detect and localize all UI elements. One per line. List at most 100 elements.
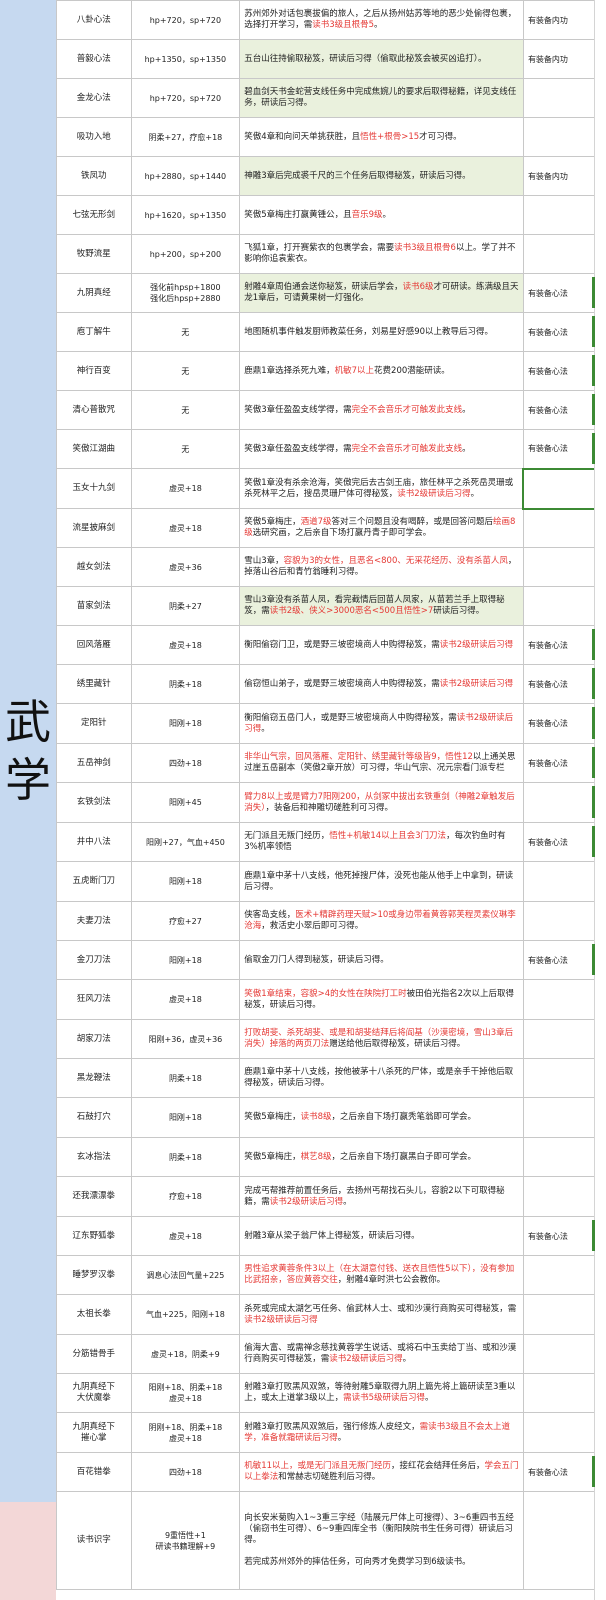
skill-effect-cell[interactable]: 虚灵+36 xyxy=(130,547,241,587)
table-row[interactable]: 金刀刀法 阳刚+18 偷取金刀门人得到秘笈，研读后习得。 有装备心法 xyxy=(56,940,606,980)
skill-effect-cell[interactable]: hp+1350，sp+1350 xyxy=(130,39,241,79)
acquire-method-cell[interactable]: 偷取金刀门人得到秘笈，研读后习得。 xyxy=(239,940,524,980)
table-row[interactable]: 读书识字 9重悟性+1 研读书籍理解+9 向长安米菊购入1~3重三字经（陆展元尸体上… xyxy=(56,1491,606,1590)
acquire-method-cell[interactable]: 射雕3章打败黑风双煞后，强行修炼人皮经文，需读书3级且不会太上道学，准备就霜研读… xyxy=(239,1412,524,1453)
acquire-method-cell[interactable]: 笑傲5章梅庄，酒道7级答对三个问题且没有喝醉，或是回答问题后绘画8级选研究画，之… xyxy=(239,508,524,548)
acquire-method-cell[interactable]: 侠客岛支线，医术+精辟药理天赋>10或身边带着黄蓉郭芙程灵素仪琳李沧海，救活史小… xyxy=(239,901,524,941)
acquire-method-cell[interactable]: 笑傲5章梅庄，读书8级，之后亲自下场打赢秃笔翁即可学会。 xyxy=(239,1097,524,1138)
skill-effect-cell[interactable]: 阳刚+36，虚灵+36 xyxy=(130,1019,241,1059)
skill-name-cell[interactable]: 金刀刀法 xyxy=(56,940,132,980)
table-row[interactable]: 井中八法 阳刚+27，气血+450 无门派且无叛门经历，悟性+机敏14以上且会3门刀… xyxy=(56,822,606,862)
equip-note-cell[interactable] xyxy=(522,1058,606,1098)
skill-effect-cell[interactable]: 阴柔+27，疗愈+18 xyxy=(130,117,241,157)
skill-name-cell[interactable]: 五岳神剑 xyxy=(56,743,132,783)
table-row[interactable]: 狂风刀法 虚灵+18 笑傲1章结束，容貌>4的女性在陕院打工时被田伯光指名2次以上后… xyxy=(56,979,606,1020)
skill-effect-cell[interactable]: 无 xyxy=(130,429,241,469)
table-row[interactable]: 神行百变无鹿鼎1章选择杀死九难，机敏7以上花费200潜能研读。 有装备心法 xyxy=(56,351,606,391)
table-row[interactable]: 普毅心法 hp+1350，sp+1350 五台山往持偷取秘笈，研读后习得（偷取此秘笈… xyxy=(56,39,606,79)
equip-note-cell[interactable] xyxy=(522,979,606,1020)
acquire-method-cell[interactable]: 笑傲1章结束，容貌>4的女性在陕院打工时被田伯光指名2次以上后取得秘笈，研读后习… xyxy=(239,979,524,1020)
acquire-method-cell[interactable]: 机敏11以上，或是无门派且无叛门经历，接红花会结拜任务后，学会五门以上拳法和常赫… xyxy=(239,1452,524,1492)
table-row[interactable]: 回风落雁 虚灵+18 衡阳偷窃门卫，或是野三坡密境商人中购得秘笈，需读书2级研读后习… xyxy=(56,625,606,665)
acquire-method-cell[interactable]: 鹿鼎1章中茅十八支线，按他被茅十八杀死的尸体，或是亲手干掉他后取得秘笈，研读后习… xyxy=(239,1058,524,1098)
skill-name-cell[interactable]: 石鼓打穴 xyxy=(56,1097,132,1138)
skill-name-cell[interactable]: 黑龙鞭法 xyxy=(56,1058,132,1098)
skill-name-cell[interactable]: 辽东野狐拳 xyxy=(56,1216,132,1256)
skill-name-cell[interactable]: 神行百变 xyxy=(56,351,132,391)
skill-effect-cell[interactable]: 阳刚+18 xyxy=(130,940,241,980)
acquire-method-cell[interactable]: 雪山3章，容貌为3的女性，且恶名<800、无采花经历、没有杀苗人凤，掉落山谷后和… xyxy=(239,547,524,587)
equip-note-cell[interactable] xyxy=(522,1334,606,1374)
table-row[interactable]: 流星披麻剑 虚灵+18 笑傲5章梅庄，酒道7级答对三个问题且没有喝醉，或是回答问题后… xyxy=(56,508,606,548)
acquire-method-cell[interactable]: 苏州郊外对话包裹拔偏的旅人，之后从扬州姑苏等地的恶少处偷得包裹，选择打开学习，需… xyxy=(239,0,524,40)
skill-effect-cell[interactable]: 阴柔+18 xyxy=(130,664,241,704)
table-row[interactable]: 辽东野狐拳 虚灵+18 射雕3章从梁子翁尸体上得秘笈，研读后习得。 有装备心法 xyxy=(56,1216,606,1256)
table-row[interactable]: 分筋错骨手 虚灵+18，阴柔+9 偷海大富、或需禅念慈找黄蓉学生说话、或将石中玉卖给… xyxy=(56,1334,606,1374)
skill-effect-cell[interactable]: hp+2880，sp+1440 xyxy=(130,156,241,196)
skill-name-cell[interactable]: 清心普散咒 xyxy=(56,390,132,430)
skill-name-cell[interactable]: 越女剑法 xyxy=(56,547,132,587)
table-row[interactable]: 睡梦罗汉拳 调息心法回气量+225 男性追求黄蓉条件3以上（在太湖意付钱、送衣且悟性… xyxy=(56,1255,606,1295)
skill-effect-cell[interactable]: 调息心法回气量+225 xyxy=(130,1255,241,1295)
skill-effect-cell[interactable]: hp+200，sp+200 xyxy=(130,234,241,274)
acquire-method-cell[interactable]: 碧血剑天书金蛇营支线任务中完成焦婉儿的要求后取得秘籍，详见支线任务，研读后习得。 xyxy=(239,78,524,118)
table-row[interactable]: 百花错拳 四劲+18 机敏11以上，或是无门派且无叛门经历，接红花会结拜任务后，学会… xyxy=(56,1452,606,1492)
table-row[interactable]: 黑龙鞭法 阴柔+18 鹿鼎1章中茅十八支线，按他被茅十八杀死的尸体，或是亲手干掉他后… xyxy=(56,1058,606,1098)
skill-effect-cell[interactable]: 疗愈+18 xyxy=(130,1176,241,1217)
acquire-method-cell[interactable]: 神雕3章后完成裘千尺的三个任务后取得秘笈，研读后习得。 xyxy=(239,156,524,196)
skill-effect-cell[interactable]: 虚灵+18，阴柔+9 xyxy=(130,1334,241,1374)
skill-name-cell[interactable]: 绣里藏针 xyxy=(56,664,132,704)
equip-note-cell[interactable] xyxy=(522,901,606,941)
skill-effect-cell[interactable]: 气血+225，阳刚+18 xyxy=(130,1294,241,1335)
table-row[interactable]: 胡家刀法 阳刚+36，虚灵+36 打败胡斐、杀死胡斐、或是和胡斐结拜后将阎基（沙漠密… xyxy=(56,1019,606,1059)
skill-name-cell[interactable]: 玄冰指法 xyxy=(56,1137,132,1177)
acquire-method-cell[interactable]: 衡阳偷窃门卫，或是野三坡密境商人中购得秘笈，需读书2级研读后习得 xyxy=(239,625,524,665)
equip-note-cell[interactable] xyxy=(522,1137,606,1177)
equip-note-cell[interactable]: 有装备内功 xyxy=(522,0,606,40)
skill-name-cell[interactable]: 金龙心法 xyxy=(56,78,132,118)
acquire-method-cell[interactable]: 笑傲1章没有杀余沧海，笑傲完后去古剑王庙，旅任林平之杀死岳灵珊或杀死林平之后，搜… xyxy=(239,468,524,509)
skill-name-cell[interactable]: 九阴真经下 大伏魔拳 xyxy=(56,1373,132,1413)
equip-note-cell[interactable] xyxy=(522,1491,606,1590)
skill-effect-cell[interactable]: 阳刚+18 xyxy=(130,1097,241,1138)
table-row[interactable]: 笑傲江湖曲无笑傲3章任盈盈支线学得，需完全不会音乐才可触发此支线。 有装备心法 xyxy=(56,429,606,469)
skill-name-cell[interactable]: 玄铁剑法 xyxy=(56,782,132,823)
acquire-method-cell[interactable]: 鹿鼎1章选择杀死九难，机敏7以上花费200潜能研读。 xyxy=(239,351,524,391)
table-row[interactable]: 庖丁解牛 无 地图随机事件触发厨师教菜任务，刘易星好感90以上教导后习得。 有装备心法 xyxy=(56,312,606,352)
category-cell-dushu[interactable]: 读书 xyxy=(0,1502,56,1600)
skill-effect-cell[interactable]: 9重悟性+1 研读书籍理解+9 xyxy=(130,1491,241,1590)
acquire-method-cell[interactable]: 笑傲4章和向问天单挑获胜，且悟性+根骨>15才可习得。 xyxy=(239,117,524,157)
skill-effect-cell[interactable]: 阳刚+27，气血+450 xyxy=(130,822,241,862)
skill-name-cell[interactable]: 普毅心法 xyxy=(56,39,132,79)
skill-effect-cell[interactable]: 虚灵+18 xyxy=(130,468,241,509)
acquire-method-cell[interactable]: 射雕4章周伯通会送你秘笈，研读后学会，读书6级才可研读。练满级且天龙1章后，可请… xyxy=(239,273,524,313)
table-row[interactable]: 八卦心法 hp+720，sp+720 苏州郊外对话包裹拔偏的旅人，之后从扬州姑苏等地… xyxy=(56,0,606,40)
skill-name-cell[interactable]: 玉女十九剑 xyxy=(56,468,132,509)
skill-effect-cell[interactable]: 四劲+18 xyxy=(130,1452,241,1492)
table-row[interactable]: 九阴真经下 大伏魔拳 阳刚+18、阴柔+18 虚灵+18 射雕3章打败黑风双煞，等待… xyxy=(56,1373,606,1413)
skill-name-cell[interactable]: 五虎断门刀 xyxy=(56,861,132,902)
skill-effect-cell[interactable]: 四劲+18 xyxy=(130,743,241,783)
table-row[interactable]: 夫妻刀法 疗愈+27 侠客岛支线，医术+精辟药理天赋>10或身边带着黄蓉郭芙程灵素仪… xyxy=(56,901,606,941)
skill-effect-cell[interactable]: 阴柔+18 xyxy=(130,1137,241,1177)
skill-name-cell[interactable]: 九阴真经 xyxy=(56,273,132,313)
acquire-method-cell[interactable]: 无门派且无叛门经历，悟性+机敏14以上且会3门刀法，每次钓鱼时有3%机率领悟 xyxy=(239,822,524,862)
skill-name-cell[interactable]: 夫妻刀法 xyxy=(56,901,132,941)
table-row[interactable]: 牧野流星 hp+200，sp+200 飞狐1章，打开赛紫衣的包裹学会，需要读书3级且… xyxy=(56,234,606,274)
acquire-method-cell[interactable]: 雪山3章没有杀苗人凤，看完截情后回苗人凤家，从苗若兰手上取得秘笈，需读书2级、侠… xyxy=(239,586,524,626)
skill-name-cell[interactable]: 井中八法 xyxy=(56,822,132,862)
table-row[interactable]: 玄冰指法 阴柔+18 笑傲5章梅庄，棋艺8级，之后亲自下场打赢黑白子即可学会。 xyxy=(56,1137,606,1177)
table-row[interactable]: 七弦无形剑 hp+1620，sp+1350 笑傲5章梅庄打赢黄锺公，且音乐9级。 xyxy=(56,195,606,235)
skill-effect-cell[interactable]: hp+720，sp+720 xyxy=(130,0,241,40)
skill-effect-cell[interactable]: 疗愈+27 xyxy=(130,901,241,941)
skill-name-cell[interactable]: 苗家剑法 xyxy=(56,586,132,626)
skill-name-cell[interactable]: 读书识字 xyxy=(56,1491,132,1590)
skill-name-cell[interactable]: 回风落雁 xyxy=(56,625,132,665)
skill-effect-cell[interactable]: 强化前hpsp+1800 强化后hpsp+2880 xyxy=(130,273,241,313)
skill-name-cell[interactable]: 分筋错骨手 xyxy=(56,1334,132,1374)
skill-name-cell[interactable]: 还我漂漂拳 xyxy=(56,1176,132,1217)
table-row[interactable]: 玉女十九剑 虚灵+18 笑傲1章没有杀余沧海，笑傲完后去古剑王庙，旅任林平之杀死岳灵… xyxy=(56,467,606,510)
skill-effect-cell[interactable]: 无 xyxy=(130,312,241,352)
skill-name-cell[interactable]: 睡梦罗汉拳 xyxy=(56,1255,132,1295)
acquire-method-cell[interactable]: 地图随机事件触发厨师教菜任务，刘易星好感90以上教导后习得。 xyxy=(239,312,524,352)
